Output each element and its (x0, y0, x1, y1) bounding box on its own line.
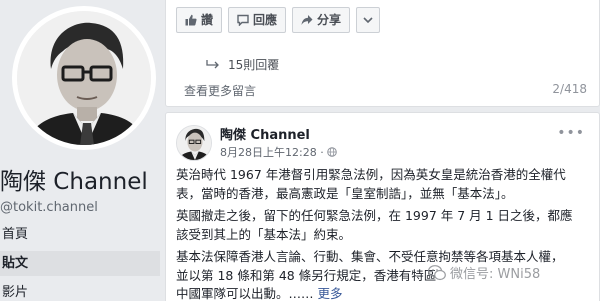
page-name[interactable]: 陶傑 Channel (0, 168, 148, 196)
page-nav: 首頁 貼文 影片 (0, 222, 160, 301)
watermark-text: 微信号: WNi58 (450, 267, 541, 282)
comment-count: 2/418 (552, 82, 587, 96)
post-line: 英國撤走之後，留下的任何緊急法例，在 1997 年 7 月 1 日之後，都應 (176, 208, 573, 223)
previous-post-card: 讚 回應 分享 15則回覆 查看更多留言 2/418 (165, 0, 600, 107)
see-more-link[interactable]: 更多 (318, 286, 343, 301)
comment-label: 回應 (253, 13, 278, 27)
post-meta: 8月28日上午12:28 · (220, 144, 337, 160)
like-label: 讚 (201, 13, 214, 27)
view-more-comments-link[interactable]: 查看更多留言 (184, 82, 256, 99)
post-author-avatar[interactable] (176, 125, 212, 161)
post-paragraph: 英國撤走之後，留下的任何緊急法例，在 1997 年 7 月 1 日之後，都應 該… (176, 207, 594, 244)
page-handle[interactable]: @tokit.channel (0, 200, 98, 215)
post-line: 該受到其上的「基本法」約束。 (176, 226, 352, 242)
profile-photo-icon (17, 11, 151, 145)
more-dots-icon[interactable]: ••• (557, 125, 585, 141)
replies-label: 15則回覆 (228, 58, 280, 72)
profile-avatar[interactable] (17, 11, 151, 145)
post-author-name[interactable]: 陶傑 Channel (220, 124, 310, 143)
nav-item-home[interactable]: 首頁 (0, 222, 160, 247)
post-line: 英治時代 1967 年港督引用緊急法例，因為英女皇是統治香港的全權代 (176, 167, 566, 182)
post-paragraph: 英治時代 1967 年港督引用緊急法例，因為英女皇是統治香港的全權代 表，當時的… (176, 166, 594, 203)
like-button[interactable]: 讚 (176, 7, 223, 33)
author-photo-icon (177, 126, 211, 160)
globe-icon (326, 147, 337, 157)
share-icon (301, 15, 313, 25)
share-label: 分享 (317, 13, 342, 27)
nav-item-videos[interactable]: 影片 (0, 280, 160, 301)
post-line: 基本法保障香港人言論、行動、集會、不受任意拘禁等各項基本人權， (176, 249, 564, 264)
post-action-bar: 讚 回應 分享 (176, 7, 381, 33)
profile-sidebar: 陶傑 Channel @tokit.channel 首頁 貼文 影片 (0, 0, 160, 301)
post-line: 並以第 18 條和第 48 條另行規定，香港有特區 (176, 267, 437, 283)
post-line: 表，當時的香港，最高憲政是「皇室制誥」，並無「基本法」。 (176, 185, 514, 201)
comment-button[interactable]: 回應 (228, 7, 287, 33)
share-button[interactable]: 分享 (292, 7, 351, 33)
comment-icon (237, 14, 249, 26)
reply-arrow-icon (206, 59, 219, 68)
view-replies-link[interactable]: 15則回覆 (206, 56, 279, 73)
thumbs-up-icon (185, 14, 197, 26)
post-timestamp[interactable]: 8月28日上午12:28 · (220, 144, 324, 160)
wechat-icon (428, 264, 446, 280)
chevron-down-icon (363, 17, 373, 24)
nav-item-posts[interactable]: 貼文 (0, 251, 160, 276)
share-options-button[interactable] (356, 7, 381, 33)
post-line: 中國軍隊可以出動。…… (176, 286, 314, 301)
wechat-watermark: 微信号: WNi58 (428, 263, 540, 282)
